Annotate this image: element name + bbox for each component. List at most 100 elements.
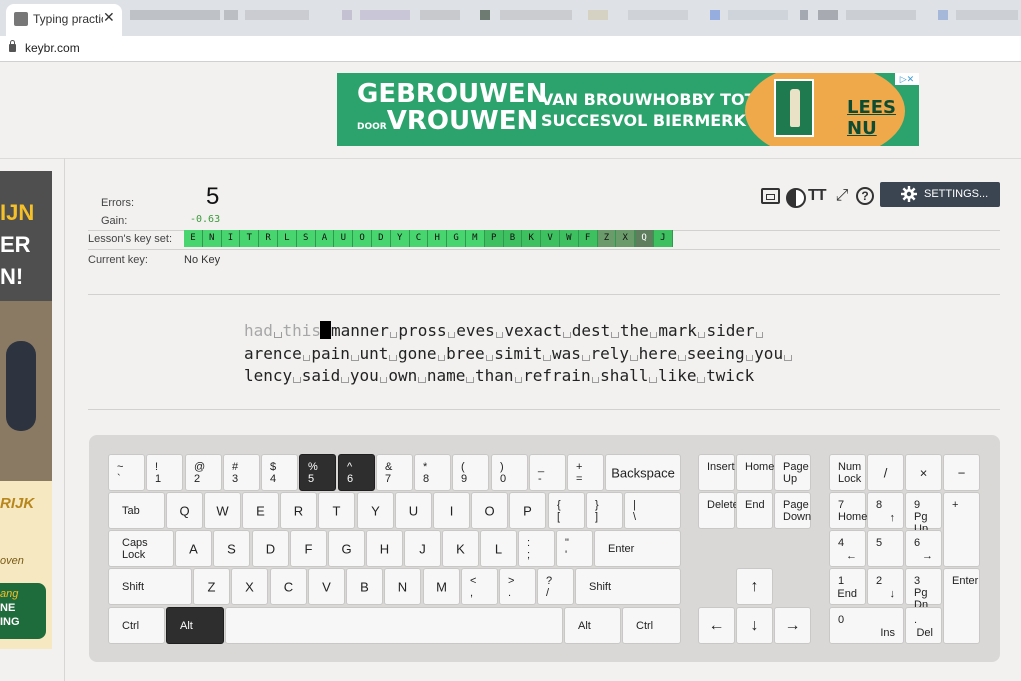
key-v[interactable]: V bbox=[308, 568, 345, 605]
numpad-8-key[interactable]: 8 ↑ bbox=[867, 492, 904, 529]
numpad-multiply-key[interactable]: × bbox=[905, 454, 942, 491]
key-c[interactable]: C bbox=[270, 568, 307, 605]
arrow-down-key[interactable]: ↓ bbox=[736, 607, 773, 644]
key-y[interactable]: Y bbox=[357, 492, 394, 529]
theme-toggle-icon[interactable] bbox=[784, 186, 806, 208]
numpad-1-key[interactable]: 1 End bbox=[829, 568, 866, 605]
delete-key[interactable]: Delete bbox=[698, 492, 739, 529]
key-8[interactable]: * 8 bbox=[414, 454, 451, 491]
key-g[interactable]: G bbox=[328, 530, 365, 567]
help-icon[interactable]: ? bbox=[856, 187, 874, 205]
arrow-left-key[interactable]: ← bbox=[698, 607, 735, 644]
numpad-divide-key[interactable]: / bbox=[867, 454, 904, 491]
key-u[interactable]: U bbox=[395, 492, 432, 529]
right-alt-key[interactable]: Alt bbox=[564, 607, 621, 644]
key-punct-0[interactable]: <, bbox=[461, 568, 498, 605]
key-punct-2[interactable]: ? / bbox=[537, 568, 574, 605]
key-t[interactable]: T bbox=[318, 492, 355, 529]
key-sym-0[interactable]: {[ bbox=[548, 492, 585, 529]
numpad-4-key[interactable]: 4 ← bbox=[829, 530, 866, 567]
tab-key[interactable]: Tab bbox=[108, 492, 165, 529]
numpad-7-key[interactable]: 7 Home bbox=[829, 492, 867, 529]
left-shift-key[interactable]: Shift bbox=[108, 568, 192, 605]
key-b[interactable]: B bbox=[346, 568, 383, 605]
end-key[interactable]: End bbox=[736, 492, 773, 529]
numpad-6-key[interactable]: 6 → bbox=[905, 530, 942, 567]
numpad-9-key[interactable]: 9 Pg Up bbox=[905, 492, 942, 535]
key-p[interactable]: P bbox=[509, 492, 546, 529]
key-10[interactable]: ) 0 bbox=[491, 454, 528, 491]
key-9[interactable]: (9 bbox=[452, 454, 489, 491]
key-4[interactable]: $4 bbox=[261, 454, 298, 491]
key-s[interactable]: S bbox=[213, 530, 250, 567]
key-quote-0[interactable]: :; bbox=[518, 530, 555, 567]
key-punct-1[interactable]: >. bbox=[499, 568, 536, 605]
fullscreen-icon[interactable]: ⤢ bbox=[832, 186, 852, 206]
numpad-minus-key[interactable]: − bbox=[943, 454, 980, 491]
key-12[interactable]: + = bbox=[567, 454, 604, 491]
key-sym-1[interactable]: }] bbox=[586, 492, 623, 529]
enter-key[interactable]: Enter bbox=[594, 530, 681, 567]
typing-text-area[interactable]: had this manner pross eves vexact dest the mark s… bbox=[244, 320, 824, 388]
key-3[interactable]: #3 bbox=[223, 454, 260, 491]
key-i[interactable]: I bbox=[433, 492, 470, 529]
close-tab-icon[interactable]: ✕ bbox=[103, 9, 115, 26]
key-l[interactable]: L bbox=[480, 530, 517, 567]
key-n[interactable]: N bbox=[384, 568, 421, 605]
key-r[interactable]: R bbox=[280, 492, 317, 529]
key-j[interactable]: J bbox=[404, 530, 441, 567]
arrow-up-key[interactable]: ↑ bbox=[736, 568, 773, 605]
page-down-key[interactable]: Page Down bbox=[774, 492, 811, 529]
left-alt-key[interactable]: Alt bbox=[166, 607, 224, 644]
key-z[interactable]: Z bbox=[193, 568, 230, 605]
key-11[interactable]: _ - bbox=[529, 454, 566, 491]
key-o[interactable]: O bbox=[471, 492, 508, 529]
font-size-icon[interactable]: TT bbox=[808, 186, 828, 206]
page-up-key[interactable]: Page Up bbox=[774, 454, 811, 491]
key-q[interactable]: Q bbox=[166, 492, 203, 529]
insert-key[interactable]: Insert bbox=[698, 454, 735, 491]
key-a[interactable]: A bbox=[175, 530, 212, 567]
ad-choices-icon[interactable]: ▷✕ bbox=[895, 73, 919, 85]
key-m[interactable]: M bbox=[423, 568, 460, 605]
side-ad-button[interactable]: ang NE ING bbox=[0, 583, 46, 639]
numpad-enter-key[interactable]: Enter bbox=[943, 568, 980, 644]
numpad-3-key[interactable]: 3 Pg Dn bbox=[905, 568, 942, 611]
numpad-5-key[interactable]: 5 bbox=[867, 530, 904, 567]
key-7[interactable]: & 7 bbox=[376, 454, 413, 491]
numpad-2-key[interactable]: 2 ↓ bbox=[867, 568, 904, 605]
settings-button[interactable]: SETTINGS... bbox=[880, 182, 1000, 207]
key-k[interactable]: K bbox=[442, 530, 479, 567]
num-lock-key[interactable]: Num Lock bbox=[829, 454, 866, 491]
key-2[interactable]: @2 bbox=[185, 454, 222, 491]
left-ctrl-key[interactable]: Ctrl bbox=[108, 607, 165, 644]
side-ad-banner[interactable]: IJN ER N! RIJK oven ang NE ING bbox=[0, 171, 52, 649]
key-f[interactable]: F bbox=[290, 530, 327, 567]
key-1[interactable]: ! 1 bbox=[146, 454, 183, 491]
key-sym-2[interactable]: | \ bbox=[624, 492, 681, 529]
key-5[interactable]: % 5 bbox=[299, 454, 336, 491]
backspace-key[interactable]: Backspace bbox=[605, 454, 681, 491]
numpad-plus-key[interactable]: + bbox=[943, 492, 980, 567]
right-shift-key[interactable]: Shift bbox=[575, 568, 681, 605]
numpad-dot-key[interactable]: . Del bbox=[905, 607, 942, 644]
caps-lock-key[interactable]: Caps Lock bbox=[108, 530, 174, 567]
home-key[interactable]: Home bbox=[736, 454, 774, 491]
ad-cta-link[interactable]: LEES NU bbox=[847, 97, 919, 139]
space-bar[interactable] bbox=[225, 607, 563, 644]
right-ctrl-key[interactable]: Ctrl bbox=[622, 607, 681, 644]
key-h[interactable]: H bbox=[366, 530, 403, 567]
arrow-right-key[interactable]: → bbox=[774, 607, 811, 644]
layout-icon[interactable] bbox=[761, 188, 780, 204]
key-w[interactable]: W bbox=[204, 492, 241, 529]
browser-tab[interactable]: Typing practic ✕ bbox=[6, 4, 122, 36]
address-bar[interactable]: keybr.com bbox=[0, 36, 1021, 62]
key-6[interactable]: ^ 6 bbox=[338, 454, 375, 491]
key-d[interactable]: D bbox=[252, 530, 289, 567]
key-0[interactable]: ~ ` bbox=[108, 454, 145, 491]
key-x[interactable]: X bbox=[231, 568, 268, 605]
key-quote-1[interactable]: " ' bbox=[556, 530, 593, 567]
url-text[interactable]: keybr.com bbox=[25, 41, 80, 55]
numpad-0-key[interactable]: 0 Ins bbox=[829, 607, 904, 644]
key-e[interactable]: E bbox=[242, 492, 279, 529]
